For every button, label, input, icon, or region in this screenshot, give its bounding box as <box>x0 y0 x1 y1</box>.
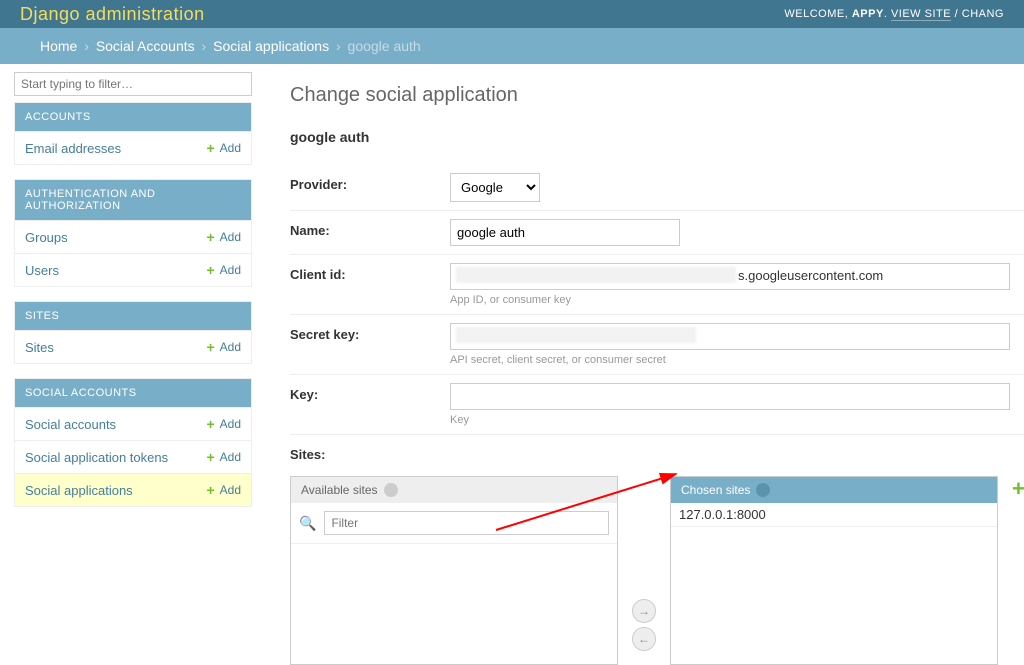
sidebar-item-sites: Sites Add <box>15 330 251 363</box>
label-provider: Provider: <box>290 173 450 192</box>
help-secret-key: API secret, client secret, or consumer s… <box>450 354 1024 366</box>
user-tools: WELCOME, APPY. VIEW SITE / CHANG <box>784 8 1004 20</box>
sidebar-item-groups: Groups Add <box>15 220 251 253</box>
secret-key-redacted <box>456 327 696 343</box>
add-social-tokens[interactable]: Add <box>206 449 241 465</box>
available-sites-box: Available sites ? 🔍 <box>290 476 618 665</box>
sidebar-item-social-accounts: Social accounts Add <box>15 407 251 440</box>
module-social-accounts: SOCIAL ACCOUNTS Social accounts Add Soci… <box>14 378 252 507</box>
move-left-button[interactable]: ← <box>632 627 656 651</box>
chosen-sites-box: Chosen sites ? 127.0.0.1:8000 <box>670 476 998 665</box>
breadcrumb-social-applications[interactable]: Social applications <box>213 38 329 54</box>
breadcrumb-home[interactable]: Home <box>40 38 77 54</box>
row-sites: Sites: <box>290 435 1024 470</box>
add-site-button[interactable]: + <box>1012 476 1024 502</box>
topbar: Django administration WELCOME, APPY. VIE… <box>0 0 1024 28</box>
label-sites: Sites: <box>290 443 450 462</box>
row-secret-key: Secret key: API secret, client secret, o… <box>290 315 1024 375</box>
add-users[interactable]: Add <box>206 262 241 278</box>
available-sites-header: Available sites ? <box>291 477 617 503</box>
move-right-button[interactable]: → <box>632 599 656 623</box>
help-client-id: App ID, or consumer key <box>450 294 1024 306</box>
module-header-sites: SITES <box>15 302 251 330</box>
module-sites: SITES Sites Add <box>14 301 252 364</box>
add-sites[interactable]: Add <box>206 339 241 355</box>
sites-selector: Available sites ? 🔍 → ← Chosen sites ? <box>290 476 1024 665</box>
available-sites-list[interactable] <box>291 544 617 664</box>
key-input[interactable] <box>450 383 1010 410</box>
sidebar-item-social-tokens: Social application tokens Add <box>15 440 251 473</box>
breadcrumbs: Home › Social Accounts › Social applicat… <box>0 28 1024 64</box>
change-password-link[interactable]: CHANG <box>962 8 1004 20</box>
label-client-id: Client id: <box>290 263 450 282</box>
sidebar-item-users: Users Add <box>15 253 251 286</box>
add-groups[interactable]: Add <box>206 229 241 245</box>
site-title: Django administration <box>20 4 205 25</box>
module-header-auth: AUTHENTICATION AND AUTHORIZATION <box>15 180 251 220</box>
module-auth: AUTHENTICATION AND AUTHORIZATION Groups … <box>14 179 252 287</box>
row-provider: Provider: Google <box>290 165 1024 211</box>
client-id-redacted <box>456 267 736 283</box>
row-key: Key: Key <box>290 375 1024 435</box>
module-header-accounts: ACCOUNTS <box>15 103 251 131</box>
module-header-social: SOCIAL ACCOUNTS <box>15 379 251 407</box>
breadcrumb-social-accounts[interactable]: Social Accounts <box>96 38 195 54</box>
main-content: Change social application google auth Pr… <box>252 64 1024 665</box>
view-site-link[interactable]: VIEW SITE <box>891 8 951 21</box>
available-filter-input[interactable] <box>324 511 609 535</box>
provider-select[interactable]: Google <box>450 173 540 202</box>
sidebar: « ACCOUNTS Email addresses Add AUTHENTIC… <box>0 64 252 665</box>
help-icon[interactable]: ? <box>384 483 398 497</box>
client-id-suffix: s.googleusercontent.com <box>738 268 883 283</box>
sidebar-filter-input[interactable] <box>14 72 252 96</box>
label-secret-key: Secret key: <box>290 323 450 342</box>
username: APPY <box>852 8 884 20</box>
chosen-site-item[interactable]: 127.0.0.1:8000 <box>671 503 997 527</box>
object-title: google auth <box>290 129 1024 145</box>
label-name: Name: <box>290 219 450 238</box>
label-key: Key: <box>290 383 450 402</box>
sidebar-item-email-addresses: Email addresses Add <box>15 131 251 164</box>
selector-controls: → ← <box>632 599 656 651</box>
page-heading: Change social application <box>290 84 1024 107</box>
search-icon: 🔍 <box>299 515 316 532</box>
module-accounts: ACCOUNTS Email addresses Add <box>14 102 252 165</box>
add-email-addresses[interactable]: Add <box>206 140 241 156</box>
row-client-id: Client id: s.googleusercontent.com App I… <box>290 255 1024 315</box>
breadcrumb-current: google auth <box>348 38 421 54</box>
name-input[interactable] <box>450 219 680 246</box>
add-social-applications[interactable]: Add <box>206 482 241 498</box>
chosen-sites-list[interactable]: 127.0.0.1:8000 <box>671 503 997 653</box>
sidebar-item-social-applications: Social applications Add <box>15 473 251 506</box>
help-key: Key <box>450 414 1024 426</box>
add-social-accounts[interactable]: Add <box>206 416 241 432</box>
help-icon[interactable]: ? <box>756 483 770 497</box>
row-name: Name: <box>290 211 1024 255</box>
chosen-sites-header: Chosen sites ? <box>671 477 997 503</box>
